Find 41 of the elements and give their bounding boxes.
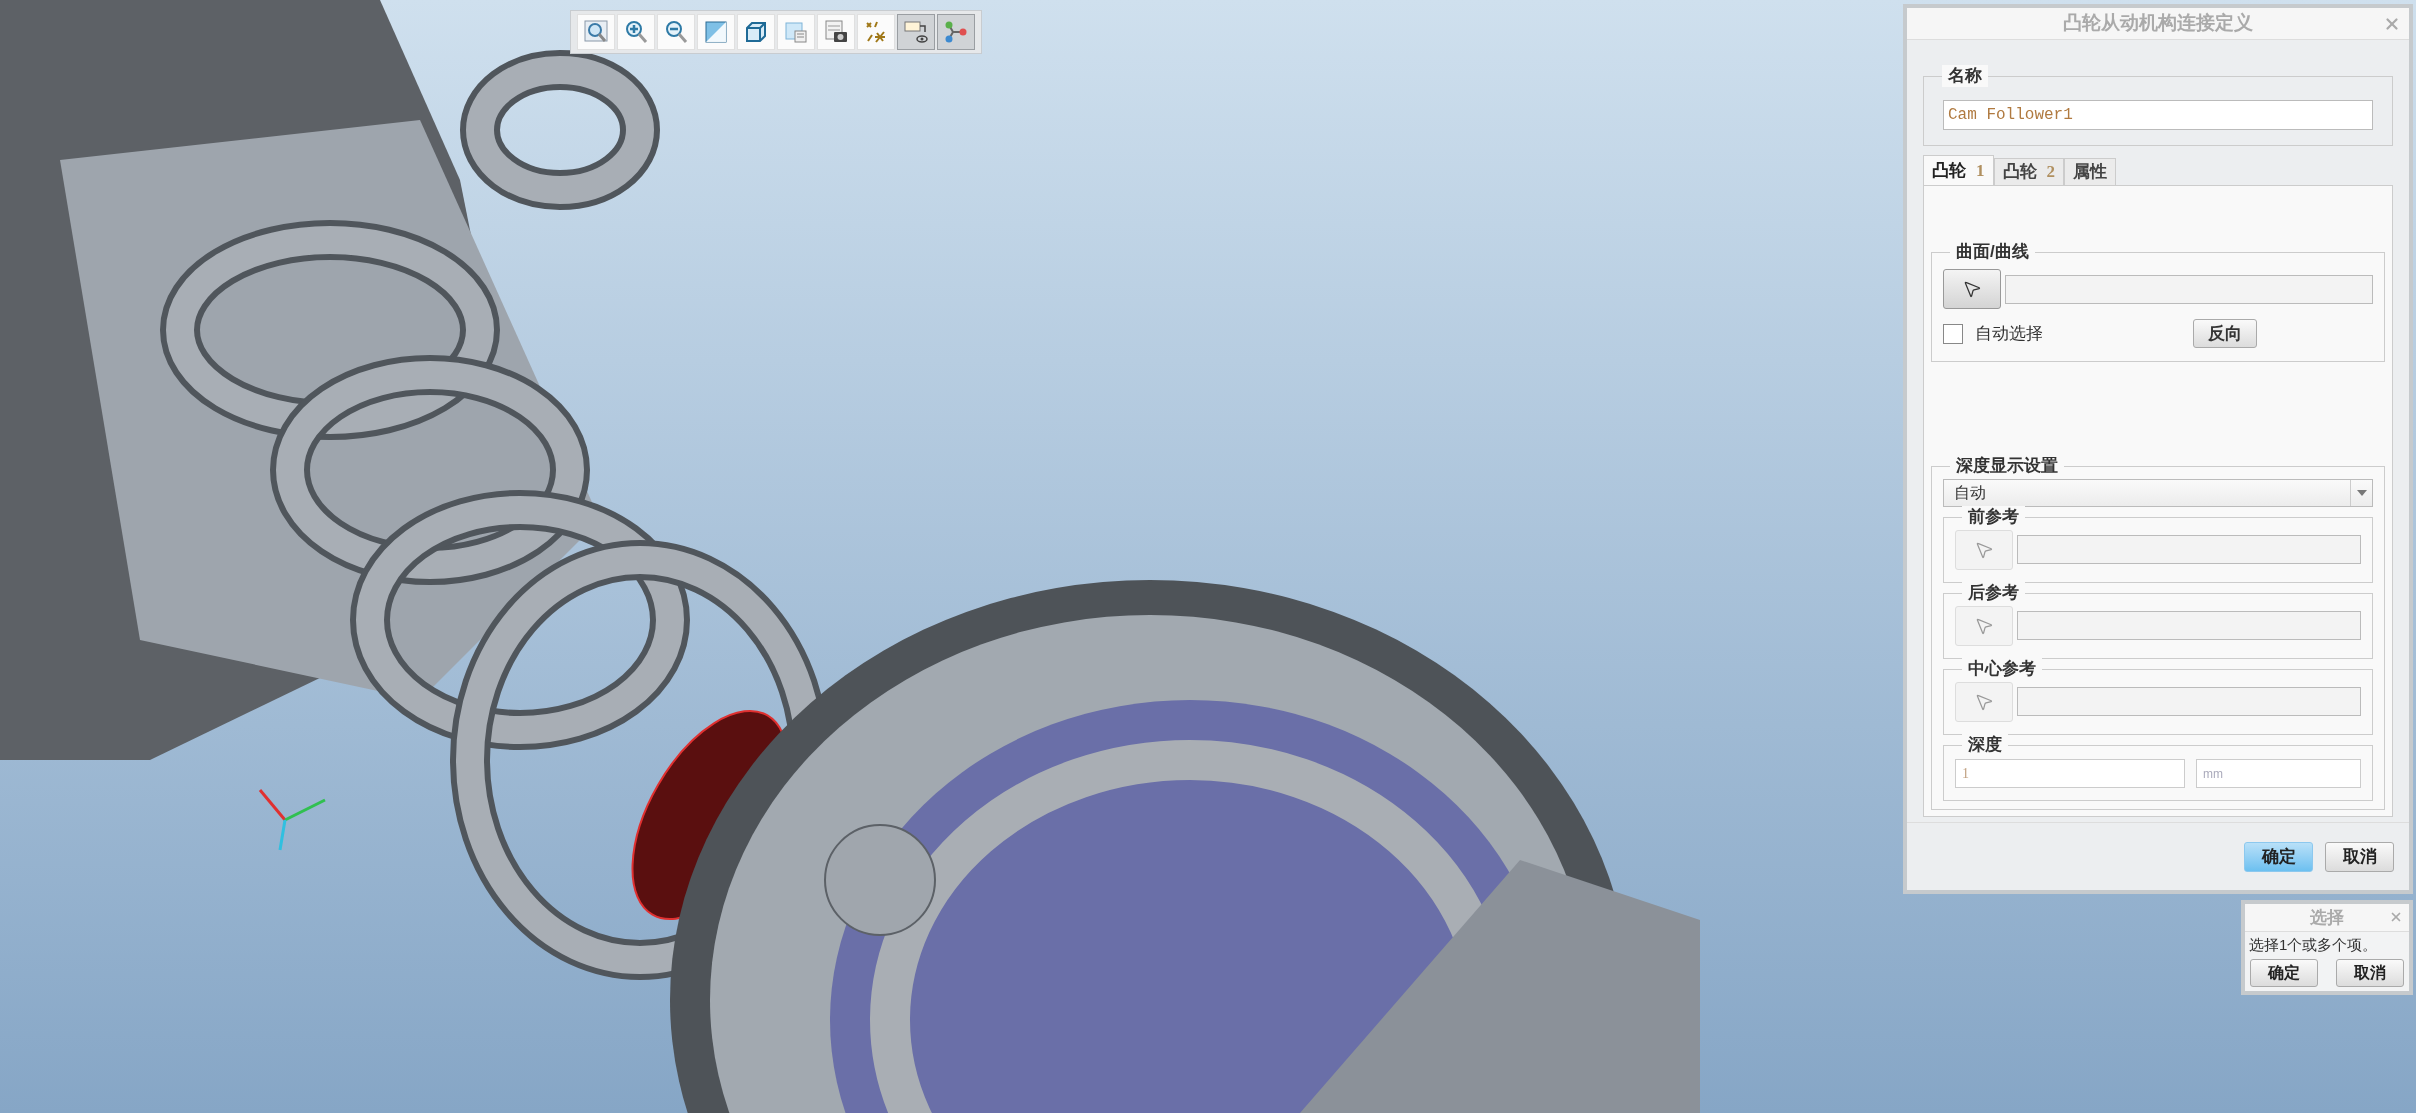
dialog-button[interactable]: 取消 [2336, 958, 2404, 987]
group-label: 名称 [1942, 65, 1988, 87]
select-button[interactable] [1943, 269, 2001, 309]
group-label: 后参考 [1962, 582, 2025, 604]
name-field[interactable]: Cam Follower1 [1943, 100, 2373, 130]
auto-select-checkbox[interactable]: 自动选择 [1943, 320, 2193, 347]
surface-field[interactable] [2005, 275, 2373, 304]
zoom-in-icon [623, 19, 649, 45]
dialog-button[interactable]: 确定 [2244, 841, 2313, 872]
zoom-out-icon [663, 19, 689, 45]
arrow-pointer-icon [1962, 279, 1982, 299]
arrow-pointer-icon [1974, 540, 1994, 560]
tab[interactable]: 属性 [2064, 158, 2116, 185]
dialog-title: 选择 [2310, 906, 2344, 929]
tab[interactable]: 凸轮 2 [1993, 158, 2064, 185]
close-icon[interactable] [2389, 910, 2403, 924]
arrow-pointer-icon [1974, 616, 1994, 636]
camera-icon [823, 19, 849, 45]
dialog-button[interactable]: 取消 [2325, 841, 2394, 872]
annotation-display-icon [903, 19, 929, 45]
dialog-title: 凸轮从动机构连接定义 [2063, 11, 2253, 36]
close-icon[interactable] [2383, 15, 2401, 33]
checkbox[interactable] [1943, 323, 1963, 344]
cube-icon [743, 19, 769, 45]
zoom-window-icon [583, 19, 609, 45]
saved-views-icon [783, 19, 809, 45]
group-label: 深度显示设置 [1950, 455, 2064, 477]
arrow-pointer-icon [1974, 692, 1994, 712]
repaint-icon [703, 19, 729, 45]
toolbar-button[interactable] [897, 14, 935, 50]
spin-center-icon [943, 19, 969, 45]
group-label: 深度 [1962, 734, 2008, 756]
dropdown-caret-icon [2356, 490, 2367, 496]
group-label: 前参考 [1962, 506, 2025, 528]
reverse-button[interactable]: 反向 [2193, 319, 2257, 348]
mode-dropdown[interactable]: 自动 [1943, 479, 2373, 507]
group-label: 中心参考 [1962, 658, 2042, 680]
group-label: 曲面/曲线 [1950, 241, 2035, 263]
selection-message: 选择1个或多个项。 [2248, 935, 2379, 955]
dialog-button[interactable]: 确定 [2250, 958, 2318, 987]
tab[interactable]: 凸轮 1 [1923, 155, 1994, 185]
